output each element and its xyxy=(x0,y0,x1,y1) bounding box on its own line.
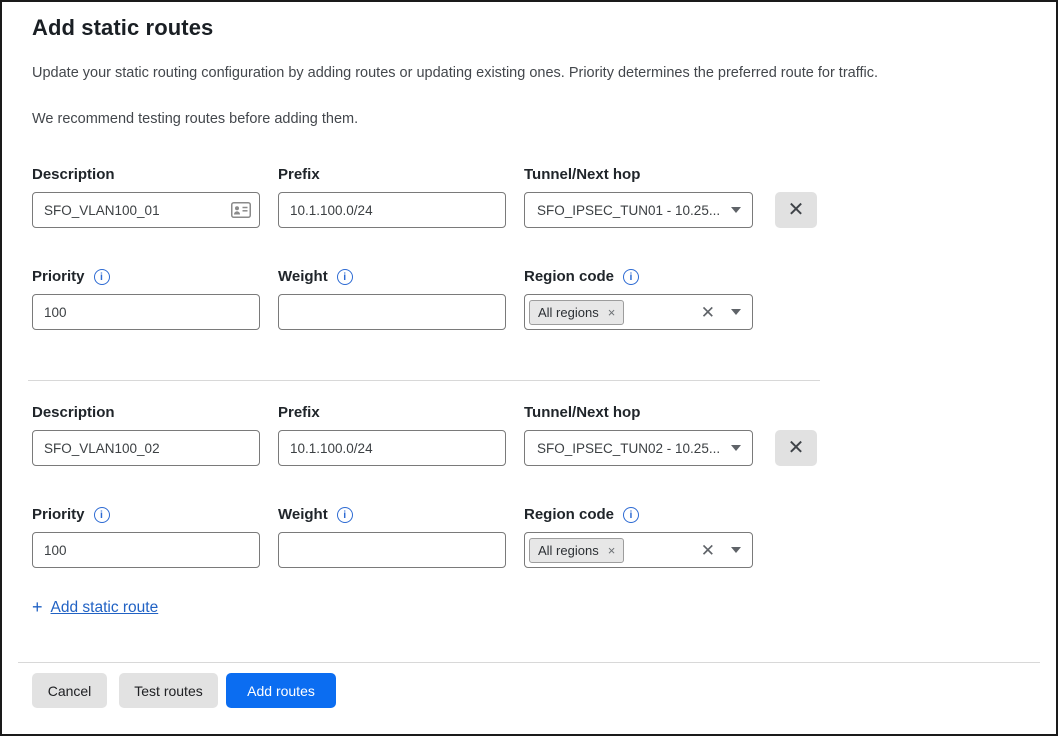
route-1-description-field: Description xyxy=(32,165,260,228)
region-code-label-text: Region code xyxy=(524,505,614,525)
info-icon[interactable]: i xyxy=(337,507,353,523)
priority-input[interactable] xyxy=(32,532,260,568)
info-icon[interactable]: i xyxy=(623,269,639,285)
remove-route-button[interactable]: ✕ xyxy=(775,430,817,466)
chevron-down-icon xyxy=(731,445,741,451)
plus-icon: + xyxy=(32,597,43,618)
route-1-main-row: Description xyxy=(32,165,1026,228)
description-label-text: Description xyxy=(32,165,115,185)
prefix-label-text: Prefix xyxy=(278,165,320,185)
region-tag-label: All regions xyxy=(538,305,599,320)
intro-text: Update your static routing configuration… xyxy=(32,65,1026,81)
priority-label-text: Priority xyxy=(32,505,85,525)
route-2-secondary-row: Priority i Weight i Region code i xyxy=(32,505,1026,568)
weight-input[interactable] xyxy=(278,294,506,330)
recommendation-text: We recommend testing routes before addin… xyxy=(32,111,1026,127)
description-input-wrap xyxy=(32,192,260,228)
route-1-secondary-row: Priority i Weight i Region code i xyxy=(32,267,1026,330)
route-2-prefix-field: Prefix xyxy=(278,403,506,466)
chevron-down-icon[interactable] xyxy=(731,309,741,315)
contact-card-autofill-icon[interactable] xyxy=(231,202,251,223)
region-tag-label: All regions xyxy=(538,543,599,558)
tunnel-label: Tunnel/Next hop xyxy=(524,165,753,185)
test-routes-button[interactable]: Test routes xyxy=(119,673,218,708)
route-1-tunnel-field: Tunnel/Next hop SFO_IPSEC_TUN01 - 10.25.… xyxy=(524,165,753,228)
route-2-description-field: Description xyxy=(32,403,260,466)
route-1-weight-field: Weight i xyxy=(278,267,506,330)
route-2-region-field: Region code i All regions × ✕ xyxy=(524,505,753,568)
add-routes-button[interactable]: Add routes xyxy=(226,673,336,708)
remove-route-button[interactable]: ✕ xyxy=(775,192,817,228)
dialog-content: Add static routes Update your static rou… xyxy=(2,2,1056,618)
tunnel-select[interactable]: SFO_IPSEC_TUN02 - 10.25... xyxy=(524,430,753,466)
close-icon: ✕ xyxy=(788,438,805,458)
chevron-down-icon[interactable] xyxy=(731,547,741,553)
prefix-input[interactable] xyxy=(278,192,506,228)
region-tag-chip: All regions × xyxy=(529,300,624,325)
route-2-priority-field: Priority i xyxy=(32,505,260,568)
weight-label-text: Weight xyxy=(278,505,328,525)
priority-label-text: Priority xyxy=(32,267,85,287)
add-static-routes-dialog: { "dialog": { "title": "Add static route… xyxy=(0,0,1058,736)
weight-label: Weight i xyxy=(278,505,506,525)
tunnel-selected-value: SFO_IPSEC_TUN02 - 10.25... xyxy=(537,441,723,456)
route-group-2: Description Prefix Tunnel/Next hop SFO_I… xyxy=(32,403,1026,568)
priority-label: Priority i xyxy=(32,267,260,287)
route-2-weight-field: Weight i xyxy=(278,505,506,568)
info-icon[interactable]: i xyxy=(623,507,639,523)
tag-remove-icon[interactable]: × xyxy=(608,306,616,319)
close-icon: ✕ xyxy=(788,200,805,220)
route-1-priority-field: Priority i xyxy=(32,267,260,330)
region-code-multiselect[interactable]: All regions × ✕ xyxy=(524,532,753,568)
info-icon[interactable]: i xyxy=(94,507,110,523)
dialog-footer: Cancel Test routes Add routes xyxy=(18,662,1040,734)
tunnel-label-text: Tunnel/Next hop xyxy=(524,165,640,185)
description-label-text: Description xyxy=(32,403,115,423)
cancel-button[interactable]: Cancel xyxy=(32,673,107,708)
page-title: Add static routes xyxy=(32,15,1026,41)
description-label: Description xyxy=(32,403,260,423)
description-input[interactable] xyxy=(32,192,260,228)
description-input[interactable] xyxy=(32,430,260,466)
route-2-tunnel-field: Tunnel/Next hop SFO_IPSEC_TUN02 - 10.25.… xyxy=(524,403,753,466)
region-code-label: Region code i xyxy=(524,505,753,525)
weight-label-text: Weight xyxy=(278,267,328,287)
route-group-divider xyxy=(28,380,820,381)
prefix-label-text: Prefix xyxy=(278,403,320,423)
tunnel-label: Tunnel/Next hop xyxy=(524,403,753,423)
priority-label: Priority i xyxy=(32,505,260,525)
chevron-down-icon xyxy=(731,207,741,213)
tunnel-select[interactable]: SFO_IPSEC_TUN01 - 10.25... xyxy=(524,192,753,228)
priority-input[interactable] xyxy=(32,294,260,330)
info-icon[interactable]: i xyxy=(94,269,110,285)
route-1-prefix-field: Prefix xyxy=(278,165,506,228)
tag-remove-icon[interactable]: × xyxy=(608,544,616,557)
prefix-label: Prefix xyxy=(278,165,506,185)
route-1-region-field: Region code i All regions × ✕ xyxy=(524,267,753,330)
weight-input[interactable] xyxy=(278,532,506,568)
region-code-label: Region code i xyxy=(524,267,753,287)
tunnel-selected-value: SFO_IPSEC_TUN01 - 10.25... xyxy=(537,203,723,218)
info-icon[interactable]: i xyxy=(337,269,353,285)
weight-label: Weight i xyxy=(278,267,506,287)
prefix-label: Prefix xyxy=(278,403,506,423)
clear-all-icon[interactable]: ✕ xyxy=(701,542,715,559)
clear-all-icon[interactable]: ✕ xyxy=(701,304,715,321)
route-2-main-row: Description Prefix Tunnel/Next hop SFO_I… xyxy=(32,403,1026,466)
region-code-label-text: Region code xyxy=(524,267,614,287)
region-code-multiselect[interactable]: All regions × ✕ xyxy=(524,294,753,330)
add-static-route-link-text: Add static route xyxy=(51,599,159,617)
tunnel-label-text: Tunnel/Next hop xyxy=(524,403,640,423)
add-static-route-link[interactable]: + Add static route xyxy=(32,597,1026,618)
region-tag-chip: All regions × xyxy=(529,538,624,563)
description-label: Description xyxy=(32,165,260,185)
prefix-input[interactable] xyxy=(278,430,506,466)
route-group-1: Description xyxy=(32,165,1026,330)
